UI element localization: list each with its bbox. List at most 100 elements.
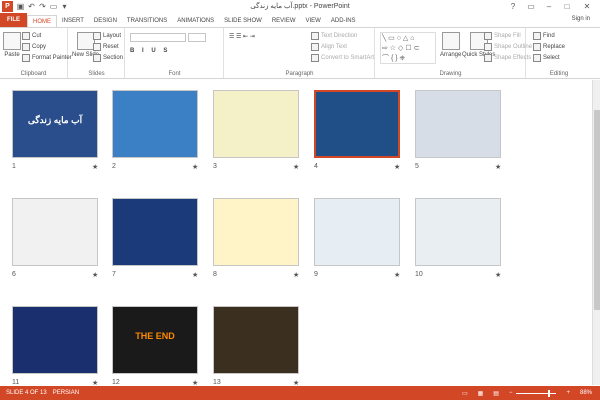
tab-file[interactable]: FILE <box>0 13 27 27</box>
clipboard-group-label: Clipboard <box>20 71 47 77</box>
slide-thumbnail[interactable] <box>415 198 501 266</box>
select-button[interactable]: Select <box>533 54 560 62</box>
tab-review[interactable]: REVIEW <box>267 15 301 27</box>
text-direction-button[interactable]: Text Direction <box>311 32 357 40</box>
replace-button[interactable]: Replace <box>533 43 565 51</box>
section-button[interactable]: Section <box>93 54 123 62</box>
reset-button[interactable]: Reset <box>93 43 119 51</box>
tab-home[interactable]: HOME <box>27 15 57 27</box>
format-painter-button[interactable]: Format Painter <box>22 54 72 62</box>
editing-group: Find Replace Select Editing <box>527 28 591 78</box>
slide-thumbnail[interactable]: آب مایه زندگی <box>12 90 98 158</box>
slide-thumbnail[interactable] <box>415 90 501 158</box>
slide-thumbnail[interactable] <box>213 90 299 158</box>
language-indicator[interactable]: PERSIAN <box>53 390 79 396</box>
reset-label: Reset <box>103 44 119 50</box>
slide-thumbnail[interactable] <box>314 90 400 158</box>
find-button[interactable]: Find <box>533 32 555 40</box>
animation-star-icon[interactable]: ★ <box>293 271 299 279</box>
reading-view-icon[interactable]: ▤ <box>493 390 499 397</box>
scissors-icon <box>22 32 30 40</box>
vertical-scrollbar[interactable] <box>592 80 600 385</box>
tab-transitions[interactable]: TRANSITIONS <box>122 15 172 27</box>
zoom-level[interactable]: 88% <box>580 390 592 396</box>
paste-button[interactable]: Paste <box>3 32 21 58</box>
shape-effects-button[interactable]: Shape Effects <box>484 54 531 62</box>
font-name-combo[interactable] <box>130 33 186 42</box>
align-text-button[interactable]: Align Text <box>311 43 347 51</box>
sorter-view-icon[interactable]: ▦ <box>478 390 484 397</box>
scrollbar-thumb[interactable] <box>594 110 600 310</box>
zoom-slider[interactable] <box>516 389 557 397</box>
text-direction-label: Text Direction <box>321 33 358 39</box>
align-text-label: Align Text <box>321 44 347 50</box>
animation-star-icon[interactable]: ★ <box>192 163 198 171</box>
slides-group-label: Slides <box>88 71 105 77</box>
zoom-in-icon[interactable]: + <box>566 390 570 396</box>
slide-thumbnail[interactable] <box>12 306 98 374</box>
title-bar: P ▣ ↶ ↷ ▭ ▾ آب مایه زندگی.pptx - PowerPo… <box>0 0 600 13</box>
tab-view[interactable]: VIEW <box>301 15 326 27</box>
minimize-button[interactable]: – <box>540 0 558 13</box>
animation-star-icon[interactable]: ★ <box>92 271 98 279</box>
slide-number: 10 <box>415 271 423 278</box>
cut-button[interactable]: Cut <box>22 32 41 40</box>
font-format-icons[interactable]: B I U S <box>130 48 170 54</box>
slide-title: THE END <box>135 331 175 341</box>
tab-design[interactable]: DESIGN <box>89 15 122 27</box>
animation-star-icon[interactable]: ★ <box>192 271 198 279</box>
bullets-icon[interactable]: ☰ ☰ ⇤ ⇥ <box>229 33 255 40</box>
font-size-combo[interactable] <box>188 33 206 42</box>
convert-smartart-label: Convert to SmartArt <box>321 55 375 61</box>
shape-fill-button[interactable]: Shape Fill <box>484 32 521 40</box>
maximize-button[interactable]: □ <box>558 0 576 13</box>
slide-thumbnail[interactable] <box>112 198 198 266</box>
outline-icon <box>484 43 492 51</box>
convert-smartart-button[interactable]: Convert to SmartArt <box>311 54 374 62</box>
slide-thumbnail[interactable] <box>112 90 198 158</box>
arrange-icon <box>441 32 460 50</box>
arrange-button[interactable]: Arrange <box>440 32 461 58</box>
animation-star-icon[interactable]: ★ <box>394 163 400 171</box>
arrange-label: Arrange <box>440 52 462 58</box>
slide-title: آب مایه زندگی <box>27 115 83 125</box>
slide-thumbnail[interactable] <box>213 306 299 374</box>
tab-animations[interactable]: ANIMATIONS <box>172 15 219 27</box>
tab-insert[interactable]: INSERT <box>57 15 89 27</box>
shape-fill-label: Shape Fill <box>494 33 521 39</box>
sign-in-link[interactable]: Sign in <box>572 16 590 22</box>
fill-icon <box>484 32 492 40</box>
paste-label: Paste <box>4 52 20 58</box>
animation-star-icon[interactable]: ★ <box>293 163 299 171</box>
animation-star-icon[interactable]: ★ <box>92 163 98 171</box>
normal-view-icon[interactable]: ▭ <box>462 390 468 397</box>
animation-star-icon[interactable]: ★ <box>394 271 400 279</box>
zoom-control: ▭ ▦ ▤ − + 88% <box>456 386 592 400</box>
layout-button[interactable]: Layout <box>93 32 121 40</box>
tab-add-ins[interactable]: ADD-INS <box>326 15 361 27</box>
copy-button[interactable]: Copy <box>22 43 46 51</box>
shapes-gallery[interactable]: ╲ ▭ ○ △ ⌂ ⇨ ☆ ◇ ☐ ⊂ ⌒ { } ⎈ <box>380 32 436 64</box>
animation-star-icon[interactable]: ★ <box>495 271 501 279</box>
slide-thumbnail[interactable] <box>12 198 98 266</box>
slide-thumbnail[interactable]: THE END <box>112 306 198 374</box>
editing-group-label: Editing <box>549 71 569 77</box>
slide-thumbnail[interactable] <box>213 198 299 266</box>
ribbon-display-icon[interactable]: ▭ <box>522 0 540 13</box>
layout-label: Layout <box>103 33 122 39</box>
tab-slide-show[interactable]: SLIDE SHOW <box>219 15 267 27</box>
cut-label: Cut <box>32 33 42 39</box>
close-button[interactable]: ✕ <box>578 0 596 13</box>
slide-number: 1 <box>12 163 16 170</box>
shape-effects-label: Shape Effects <box>494 55 532 61</box>
shape-outline-button[interactable]: Shape Outline <box>484 43 532 51</box>
ribbon-tabs: FILE HOME INSERT DESIGN TRANSITIONS ANIMATION… <box>0 13 600 27</box>
help-icon[interactable]: ? <box>504 0 522 13</box>
slide-thumbnail[interactable] <box>314 198 400 266</box>
animation-star-icon[interactable]: ★ <box>495 163 501 171</box>
status-bar: SLIDE 4 OF 13 PERSIAN ▭ ▦ ▤ − + 88% <box>0 386 600 400</box>
slide-number: 12 <box>112 379 120 386</box>
smartart-icon <box>311 54 319 62</box>
zoom-out-icon[interactable]: − <box>509 390 513 396</box>
text-direction-icon <box>311 32 319 40</box>
